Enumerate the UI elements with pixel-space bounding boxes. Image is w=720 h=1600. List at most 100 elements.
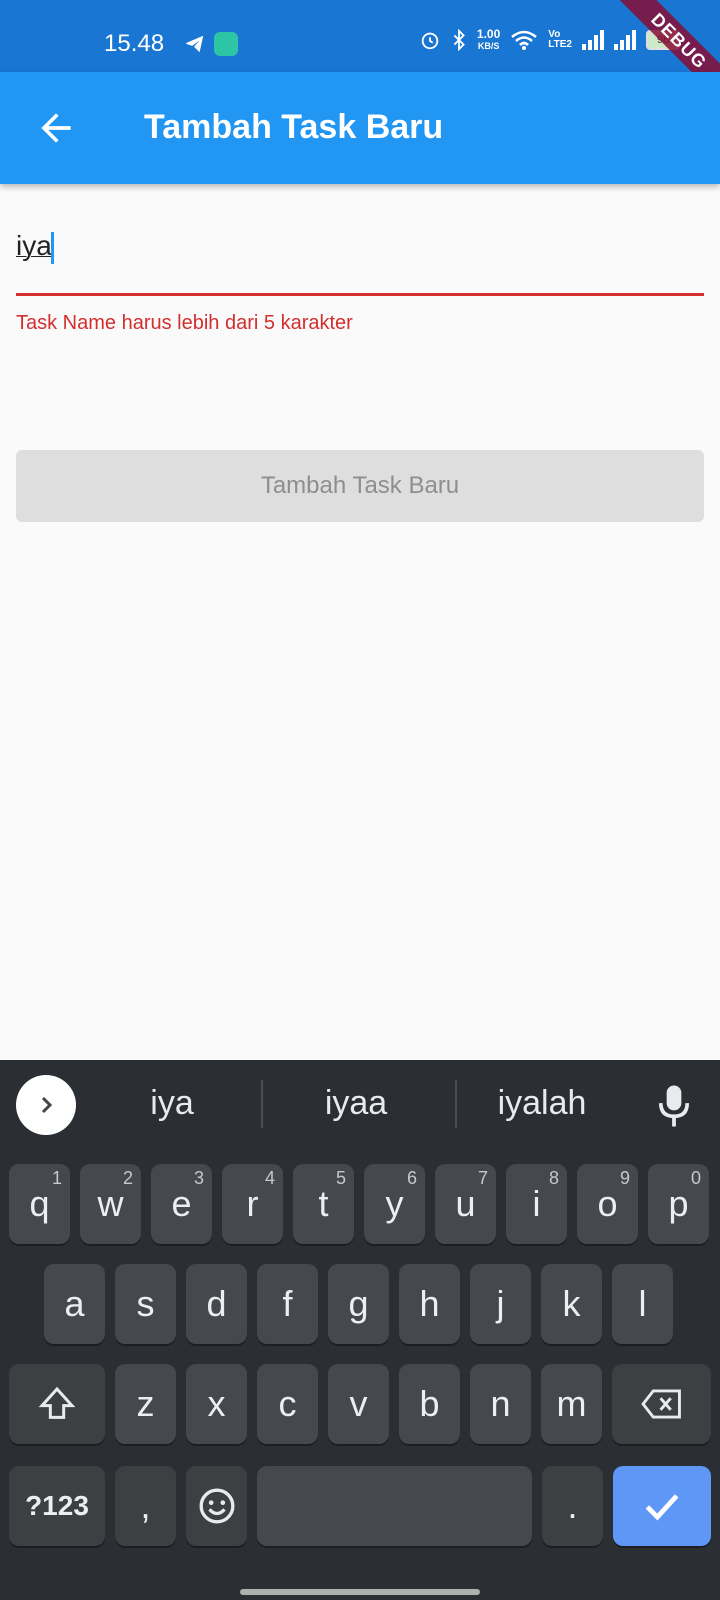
shift-key[interactable] bbox=[9, 1364, 105, 1444]
bluetooth-icon bbox=[453, 29, 465, 51]
key-label: g bbox=[348, 1283, 369, 1324]
key-b[interactable]: b bbox=[399, 1364, 460, 1444]
key-label: w bbox=[97, 1183, 124, 1224]
key-label: n bbox=[490, 1383, 511, 1424]
period-key[interactable]: . bbox=[542, 1466, 603, 1546]
key-hint: 1 bbox=[51, 1168, 62, 1188]
checkmark-icon bbox=[645, 1494, 679, 1521]
space-key[interactable] bbox=[257, 1466, 532, 1546]
key-u[interactable]: u7 bbox=[435, 1164, 496, 1244]
key-label: z bbox=[136, 1383, 155, 1424]
expand-toolbar-button[interactable] bbox=[16, 1075, 76, 1135]
key-l[interactable]: l bbox=[612, 1264, 673, 1344]
key-hint: 2 bbox=[122, 1168, 133, 1188]
suggestion-2[interactable]: iyaa bbox=[266, 1084, 446, 1123]
key-label: t bbox=[318, 1183, 329, 1224]
key-hint: 3 bbox=[193, 1168, 204, 1188]
key-hint: 5 bbox=[335, 1168, 346, 1188]
key-h[interactable]: h bbox=[399, 1264, 460, 1344]
key-x[interactable]: x bbox=[186, 1364, 247, 1444]
soft-keyboard: iya iyaa iyalah q1w2e3r4t5y6u7i8o9p0asdf… bbox=[0, 1060, 720, 1600]
key-label: . bbox=[567, 1485, 578, 1526]
key-label: i bbox=[532, 1183, 541, 1224]
telegram-icon bbox=[185, 35, 204, 53]
key-hint: 9 bbox=[619, 1168, 630, 1188]
wifi-icon bbox=[511, 30, 538, 50]
key-label: y bbox=[385, 1183, 404, 1224]
key-s[interactable]: s bbox=[115, 1264, 176, 1344]
key-label: u bbox=[455, 1183, 476, 1224]
key-label: k bbox=[562, 1283, 581, 1324]
shift-icon bbox=[38, 1386, 76, 1419]
status-bar: 15.48 1.00 KB/S Vo LTE2 DEBUG bbox=[0, 0, 720, 111]
task-name-value: iya bbox=[16, 230, 52, 261]
key-m[interactable]: m bbox=[541, 1364, 602, 1444]
key-label: a bbox=[64, 1283, 85, 1324]
text-cursor bbox=[51, 232, 54, 264]
key-i[interactable]: i8 bbox=[506, 1164, 567, 1244]
key-label: l bbox=[638, 1283, 647, 1324]
key-j[interactable]: j bbox=[470, 1264, 531, 1344]
key-label: c bbox=[278, 1383, 297, 1424]
page-title: Tambah Task Baru bbox=[144, 108, 444, 146]
key-q[interactable]: q1 bbox=[9, 1164, 70, 1244]
alarm-icon bbox=[421, 32, 439, 50]
key-e[interactable]: e3 bbox=[151, 1164, 212, 1244]
suggestion-3[interactable]: iyalah bbox=[452, 1084, 632, 1123]
key-label: m bbox=[556, 1383, 587, 1424]
key-label: b bbox=[419, 1383, 440, 1424]
key-r[interactable]: r4 bbox=[222, 1164, 283, 1244]
key-label: h bbox=[419, 1283, 440, 1324]
key-f[interactable]: f bbox=[257, 1264, 318, 1344]
suggestion-bar: iya iyaa iyalah bbox=[0, 1060, 720, 1152]
task-name-input[interactable]: iya bbox=[16, 220, 704, 300]
backspace-icon bbox=[640, 1389, 681, 1419]
error-message: Task Name harus lebih dari 5 karakter bbox=[16, 312, 353, 334]
key-hint: 4 bbox=[264, 1168, 275, 1188]
app-bar: Tambah Task Baru bbox=[0, 72, 720, 184]
key-label: p bbox=[668, 1183, 689, 1224]
key-z[interactable]: z bbox=[115, 1364, 176, 1444]
status-right-icons: 1.00 KB/S Vo LTE2 98 bbox=[419, 28, 680, 52]
key-y[interactable]: y6 bbox=[364, 1164, 425, 1244]
suggestion-1[interactable]: iya bbox=[82, 1084, 262, 1123]
comma-key[interactable]: , bbox=[115, 1466, 176, 1546]
key-k[interactable]: k bbox=[541, 1264, 602, 1344]
app-notification-icon bbox=[214, 32, 238, 56]
microphone-icon[interactable] bbox=[656, 1084, 692, 1128]
key-label: s bbox=[136, 1283, 155, 1324]
key-p[interactable]: p0 bbox=[648, 1164, 709, 1244]
key-hint: 8 bbox=[548, 1168, 559, 1188]
key-n[interactable]: n bbox=[470, 1364, 531, 1444]
gesture-nav-handle[interactable] bbox=[240, 1589, 480, 1595]
key-label: v bbox=[349, 1383, 368, 1424]
key-d[interactable]: d bbox=[186, 1264, 247, 1344]
key-c[interactable]: c bbox=[257, 1364, 318, 1444]
done-key[interactable] bbox=[613, 1466, 711, 1546]
volte-indicator: Vo LTE2 bbox=[548, 29, 572, 50]
suggestion-divider bbox=[261, 1080, 263, 1128]
chevron-right-icon bbox=[41, 1096, 53, 1114]
key-w[interactable]: w2 bbox=[80, 1164, 141, 1244]
key-a[interactable]: a bbox=[44, 1264, 105, 1344]
notification-icons bbox=[184, 32, 238, 56]
key-hint: 0 bbox=[690, 1168, 701, 1188]
key-label: f bbox=[282, 1283, 293, 1324]
key-label: d bbox=[206, 1283, 227, 1324]
key-hint: 7 bbox=[477, 1168, 488, 1188]
key-v[interactable]: v bbox=[328, 1364, 389, 1444]
key-o[interactable]: o9 bbox=[577, 1164, 638, 1244]
key-g[interactable]: g bbox=[328, 1264, 389, 1344]
key-label: j bbox=[496, 1283, 505, 1324]
key-label: , bbox=[140, 1485, 151, 1526]
symbols-key[interactable]: ?123 bbox=[9, 1466, 105, 1546]
emoji-key[interactable] bbox=[186, 1466, 247, 1546]
submit-task-button[interactable]: Tambah Task Baru bbox=[16, 450, 704, 522]
signal-2-icon bbox=[614, 30, 636, 50]
backspace-key[interactable] bbox=[612, 1364, 711, 1444]
input-underline-error bbox=[16, 293, 704, 296]
back-button[interactable] bbox=[34, 106, 78, 150]
key-hint: 6 bbox=[406, 1168, 417, 1188]
status-time: 15.48 bbox=[104, 30, 165, 57]
key-t[interactable]: t5 bbox=[293, 1164, 354, 1244]
